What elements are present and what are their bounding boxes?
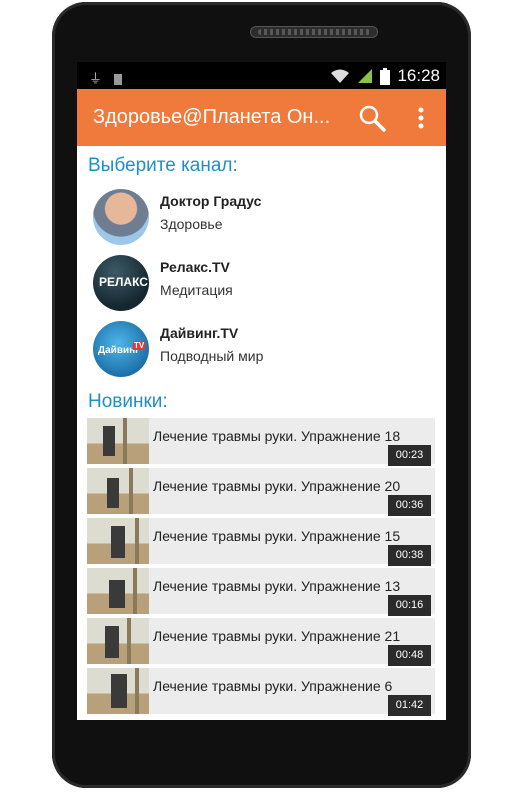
video-thumbnail <box>87 518 149 564</box>
video-title: Лечение травмы руки. Упражнение 15 <box>153 528 401 544</box>
channel-description: Подводный мир <box>160 348 264 364</box>
wifi-icon <box>331 69 350 83</box>
video-title: Лечение травмы руки. Упражнение 18 <box>153 428 401 444</box>
app-bar: Здоровье@Планета Он... <box>77 89 446 146</box>
channel-item-daiving-tv[interactable]: Дайвинг TV Дайвинг.TV Подводный мир <box>77 318 446 378</box>
video-duration: 00:16 <box>388 595 431 616</box>
video-thumbnail <box>87 418 149 464</box>
app-title: Здоровье@Планета Он... <box>93 106 331 128</box>
overflow-menu-icon[interactable] <box>411 103 431 133</box>
channel-name: Дайвинг.TV <box>160 325 239 341</box>
channel-item-doktor-gradus[interactable]: Доктор Градус Здоровье <box>77 186 446 246</box>
speaker-grille <box>250 26 378 38</box>
clock: 16:28 <box>397 66 440 85</box>
diving-logo: Дайвинг TV <box>93 321 149 377</box>
search-icon[interactable] <box>357 103 387 133</box>
channel-description: Медитация <box>160 282 233 298</box>
video-thumbnail <box>87 568 149 614</box>
video-list-item[interactable]: Лечение травмы руки. Упражнение 15 00:38 <box>87 518 435 566</box>
video-title: Лечение травмы руки. Упражнение 6 <box>153 678 393 694</box>
video-thumbnail <box>87 618 149 664</box>
channel-item-relaks-tv[interactable]: РЕЛАКС Релакс.TV Медитация <box>77 252 446 312</box>
avatar <box>93 189 149 245</box>
channel-description: Здоровье <box>160 216 223 232</box>
video-title: Лечение травмы руки. Упражнение 21 <box>153 628 401 644</box>
status-bar: ⏚ 16:28 <box>77 62 446 89</box>
sim-icon <box>114 74 123 85</box>
screen: ⏚ 16:28 Здоровье@Планета Он... Выберите … <box>77 62 446 720</box>
video-list-item[interactable]: Лечение травмы руки. Упражнение 20 00:36 <box>87 468 435 516</box>
video-thumbnail <box>87 468 149 514</box>
channel-name: Релакс.TV <box>160 259 230 275</box>
status-left: ⏚ <box>89 68 123 87</box>
video-duration: 00:38 <box>388 545 431 566</box>
video-duration: 01:42 <box>388 695 431 716</box>
video-title: Лечение травмы руки. Упражнение 13 <box>153 578 401 594</box>
video-duration: 00:23 <box>388 445 431 466</box>
battery-icon <box>380 67 391 85</box>
video-thumbnail <box>87 668 149 714</box>
video-duration: 00:48 <box>388 645 431 666</box>
video-list-item[interactable]: Лечение травмы руки. Упражнение 18 00:23 <box>87 418 435 466</box>
channels-section-title: Выберите канал: <box>88 155 238 176</box>
new-videos-section-title: Новинки: <box>88 391 168 412</box>
relax-logo: РЕЛАКС <box>93 255 149 311</box>
video-list-item[interactable]: Лечение травмы руки. Упражнение 21 00:48 <box>87 618 435 666</box>
video-duration: 00:36 <box>388 495 431 516</box>
video-list-item[interactable]: Лечение травмы руки. Упражнение 6 01:42 <box>87 668 435 716</box>
usb-icon: ⏚ <box>89 72 103 87</box>
video-title: Лечение травмы руки. Упражнение 20 <box>153 478 401 494</box>
status-right: 16:28 <box>330 66 440 86</box>
signal-icon <box>358 69 373 83</box>
video-list-item[interactable]: Лечение травмы руки. Упражнение 13 00:16 <box>87 568 435 616</box>
channel-name: Доктор Градус <box>160 193 262 209</box>
